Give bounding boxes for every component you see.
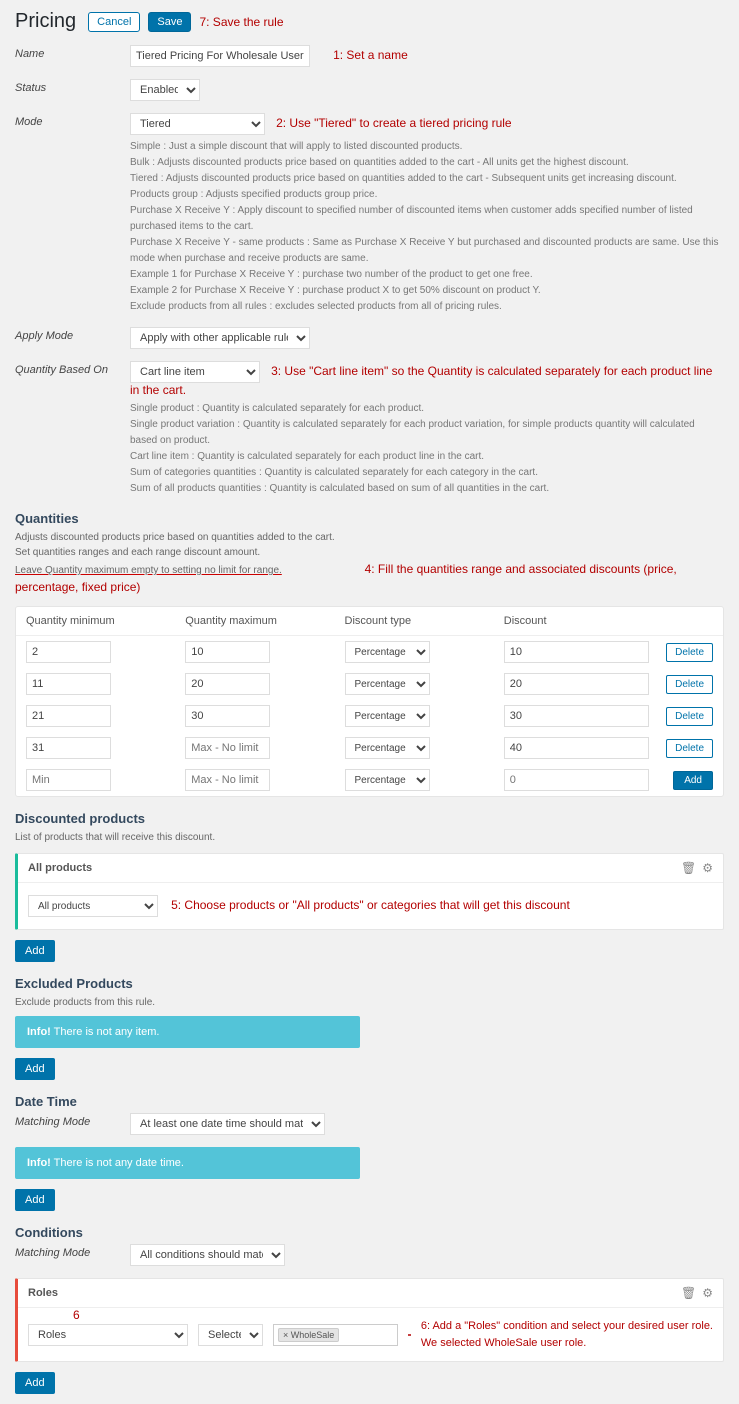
role-tag[interactable]: × WholeSale	[278, 1328, 339, 1342]
add-datetime-button[interactable]: Add	[15, 1189, 55, 1211]
quantity-based-on-select[interactable]: Cart line item	[130, 361, 260, 383]
excluded-help: Exclude products from this rule.	[15, 995, 724, 1010]
discounted-heading: Discounted products	[15, 811, 724, 826]
max-input-new[interactable]	[185, 769, 270, 791]
table-row: Percentage discount Delete	[16, 668, 723, 700]
min-input[interactable]	[26, 673, 111, 695]
table-row-new: Percentage discount Add	[16, 764, 723, 796]
gear-icon[interactable]: ⚙	[702, 861, 713, 875]
conditions-match-select[interactable]: All conditions should match	[130, 1244, 285, 1266]
trash-icon[interactable]: 🗑	[681, 1286, 696, 1300]
roles-panel-title: Roles	[28, 1287, 58, 1299]
status-select[interactable]: Enabled	[130, 79, 200, 101]
quantities-help: Adjusts discounted products price based …	[15, 530, 724, 596]
type-select[interactable]: Percentage discount	[345, 737, 430, 759]
datetime-heading: Date Time	[15, 1094, 724, 1109]
col-type: Discount type	[345, 615, 504, 627]
save-button[interactable]: Save	[148, 12, 191, 32]
products-select[interactable]: All products	[28, 895, 158, 917]
add-discounted-button[interactable]: Add	[15, 940, 55, 962]
type-select-new[interactable]: Percentage discount	[345, 769, 430, 791]
min-input[interactable]	[26, 705, 111, 727]
table-row: Percentage discount Delete	[16, 732, 723, 764]
discounted-panel-title: All products	[28, 862, 92, 874]
annotation-6: 6: Add a "Roles" condition and select yo…	[421, 1318, 713, 1351]
add-row-button[interactable]: Add	[673, 771, 713, 790]
delete-button[interactable]: Delete	[666, 739, 713, 758]
conditions-match-label: Matching Mode	[15, 1244, 130, 1259]
mode-help: Simple : Just a simple discount that wil…	[130, 139, 724, 315]
quantities-table: Quantity minimum Quantity maximum Discou…	[15, 606, 724, 797]
quantity-based-on-label: Quantity Based On	[15, 361, 130, 376]
add-condition-button[interactable]: Add	[15, 1372, 55, 1394]
annotation-7: 7: Save the rule	[199, 15, 283, 29]
trash-icon[interactable]: 🗑	[681, 861, 696, 875]
add-excluded-button[interactable]: Add	[15, 1058, 55, 1080]
annotation-1: 1: Set a name	[333, 48, 408, 62]
page-title: Pricing	[15, 10, 76, 33]
discounted-help: List of products that will receive this …	[15, 830, 724, 845]
mode-select[interactable]: Tiered	[130, 113, 265, 135]
discount-input[interactable]	[504, 641, 649, 663]
name-label: Name	[15, 45, 130, 60]
datetime-match-label: Matching Mode	[15, 1113, 130, 1128]
discounted-panel: All products 🗑 ⚙ All products 5: Choose …	[15, 853, 724, 930]
delete-button[interactable]: Delete	[666, 643, 713, 662]
table-row: Percentage discount Delete	[16, 636, 723, 668]
condition-mode-select[interactable]: Selected	[198, 1324, 263, 1346]
min-input[interactable]	[26, 641, 111, 663]
cancel-button[interactable]: Cancel	[88, 12, 140, 32]
annotation-2: 2: Use "Tiered" to create a tiered prici…	[276, 116, 512, 130]
delete-button[interactable]: Delete	[666, 707, 713, 726]
qbo-help: Single product : Quantity is calculated …	[130, 401, 724, 497]
table-row: Percentage discount Delete	[16, 700, 723, 732]
max-input[interactable]	[185, 641, 270, 663]
min-input-new[interactable]	[26, 769, 111, 791]
max-input[interactable]	[185, 705, 270, 727]
discount-input[interactable]	[504, 737, 649, 759]
annotation-6-number: 6	[73, 1308, 80, 1322]
status-label: Status	[15, 79, 130, 94]
annotation-5: 5: Choose products or "All products" or …	[171, 898, 570, 912]
condition-type-select[interactable]: Roles	[28, 1324, 188, 1346]
col-min: Quantity minimum	[26, 615, 185, 627]
max-input[interactable]	[185, 737, 270, 759]
col-max: Quantity maximum	[185, 615, 344, 627]
mode-label: Mode	[15, 113, 130, 128]
discount-input-new[interactable]	[504, 769, 649, 791]
quantities-heading: Quantities	[15, 511, 724, 526]
min-input[interactable]	[26, 737, 111, 759]
col-discount: Discount	[504, 615, 663, 627]
delete-button[interactable]: Delete	[666, 675, 713, 694]
arrow-icon	[408, 1329, 411, 1341]
type-select[interactable]: Percentage discount	[345, 641, 430, 663]
max-input[interactable]	[185, 673, 270, 695]
excluded-heading: Excluded Products	[15, 976, 724, 991]
type-select[interactable]: Percentage discount	[345, 705, 430, 727]
gear-icon[interactable]: ⚙	[702, 1286, 713, 1300]
excluded-info: Info! There is not any item.	[15, 1016, 360, 1048]
roles-tag-input[interactable]: × WholeSale	[273, 1324, 398, 1346]
datetime-info: Info! There is not any date time.	[15, 1147, 360, 1179]
conditions-heading: Conditions	[15, 1225, 724, 1240]
type-select[interactable]: Percentage discount	[345, 673, 430, 695]
discount-input[interactable]	[504, 673, 649, 695]
name-input[interactable]	[130, 45, 310, 67]
apply-mode-select[interactable]: Apply with other applicable rules	[130, 327, 310, 349]
datetime-match-select[interactable]: At least one date time should match	[130, 1113, 325, 1135]
apply-mode-label: Apply Mode	[15, 327, 130, 342]
roles-panel: Roles 🗑 ⚙ 6 Roles Selected × WholeSale 6…	[15, 1278, 724, 1362]
discount-input[interactable]	[504, 705, 649, 727]
